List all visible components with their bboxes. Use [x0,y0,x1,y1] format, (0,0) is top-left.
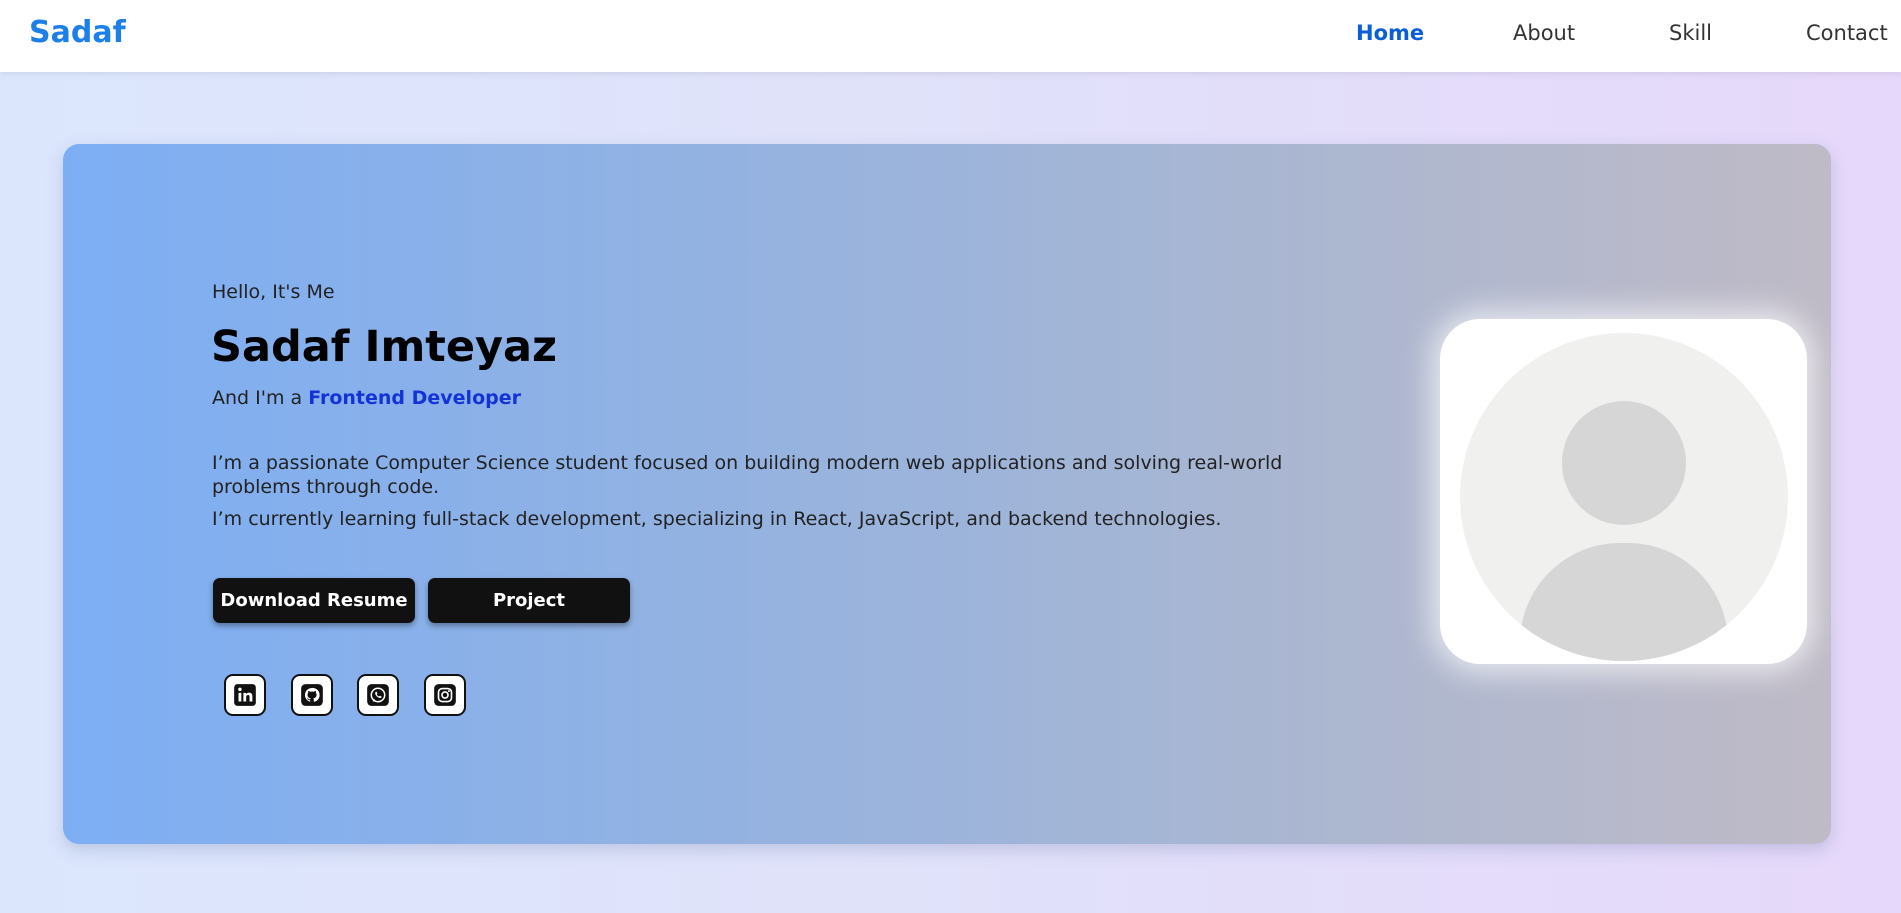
github-link[interactable] [291,674,333,716]
nav-link-contact[interactable]: Contact [1806,21,1888,45]
nav-link-about[interactable]: About [1513,21,1575,45]
site-logo[interactable]: Sadaf [29,15,126,50]
hero-greeting: Hello, It's Me [212,281,335,303]
hero-name: Sadaf Imteyaz [211,322,558,372]
instagram-link[interactable] [424,674,466,716]
hero-role-prefix: And I'm a [212,387,309,409]
avatar-body [1520,543,1728,661]
avatar-head [1562,401,1686,525]
instagram-icon [434,684,456,706]
linkedin-icon [234,684,256,706]
github-icon [301,684,323,706]
nav-link-home[interactable]: Home [1356,21,1424,45]
whatsapp-icon [367,684,389,706]
hero-bio-line-1: I’m a passionate Computer Science studen… [212,452,1283,498]
linkedin-link[interactable] [224,674,266,716]
navbar: Sadaf Home About Skill Contact [0,0,1901,72]
nav-link-skill[interactable]: Skill [1669,21,1712,45]
project-button[interactable]: Project [428,578,630,623]
avatar-placeholder-icon [1460,333,1788,661]
hero-role-title: Frontend Developer [308,387,521,409]
download-resume-button[interactable]: Download Resume [213,578,415,623]
profile-avatar [1440,319,1807,664]
hero-bio-line-2: I’m currently learning full-stack develo… [212,508,1222,530]
hero-role: And I'm a Frontend Developer [212,387,521,409]
whatsapp-link[interactable] [357,674,399,716]
